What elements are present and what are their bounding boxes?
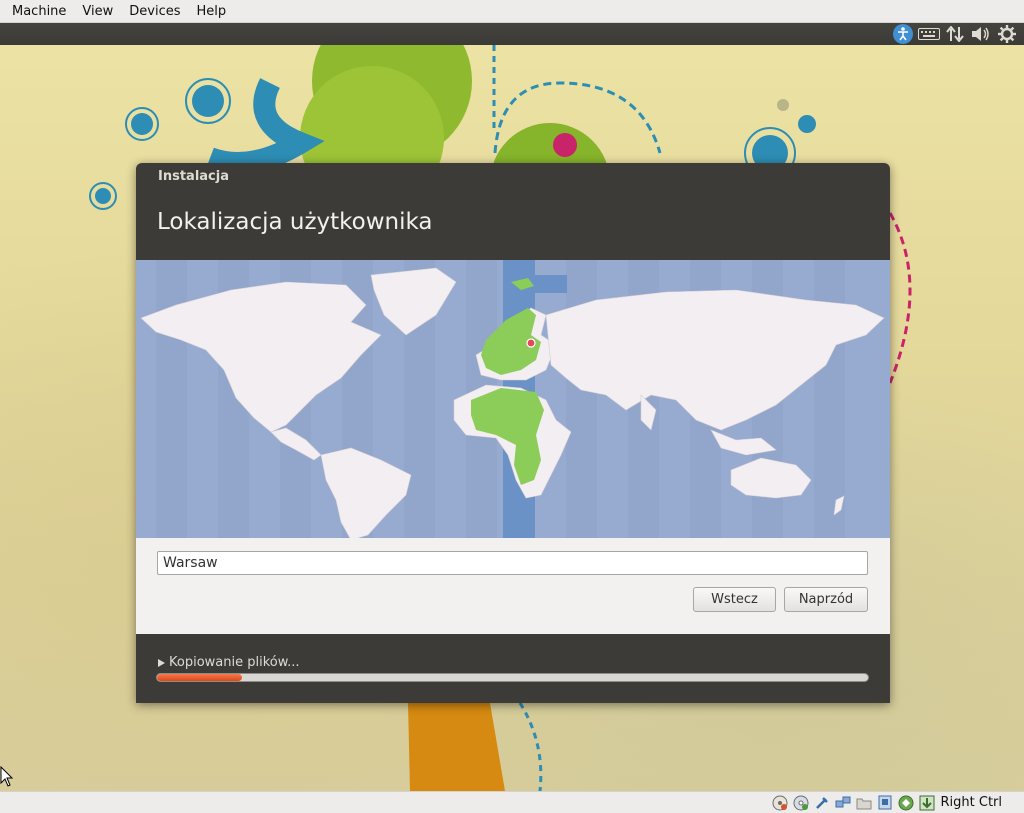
host-key-label: Right Ctrl [940, 795, 1003, 810]
progress-section: Kopiowanie plików... [136, 634, 890, 703]
usb-icon[interactable] [813, 795, 832, 811]
menu-devices[interactable]: Devices [121, 0, 188, 23]
network-icon[interactable] [942, 23, 968, 45]
host-status-bar: Right Ctrl [0, 791, 1024, 813]
host-menu-bar: Machine View Devices Help [0, 0, 1024, 23]
window-title: Instalacja [158, 169, 229, 184]
shared-folder-icon[interactable] [855, 795, 874, 811]
location-input[interactable] [157, 551, 868, 575]
world-map-image [140, 260, 885, 541]
menu-machine[interactable]: Machine [4, 0, 74, 23]
location-panel: Wstecz Naprzód [136, 538, 890, 634]
progress-bar [156, 673, 869, 682]
back-button[interactable]: Wstecz [693, 587, 776, 612]
progress-expander[interactable]: Kopiowanie plików... [158, 655, 300, 670]
network-adapter-icon[interactable] [834, 795, 853, 811]
top-panel [0, 23, 1024, 45]
optical-disk-icon[interactable] [792, 795, 811, 811]
mouse-integration-icon[interactable] [918, 795, 937, 811]
forward-button[interactable]: Naprzód [784, 587, 868, 612]
city-marker [526, 338, 536, 348]
hard-disk-icon[interactable] [771, 795, 790, 811]
guest-screen: Instalacja Lokalizacja użytkownika Warsa… [0, 23, 1024, 791]
accessibility-icon[interactable] [890, 23, 916, 45]
installer-window: Instalacja Lokalizacja użytkownika Warsa… [136, 163, 890, 703]
progress-bar-fill [157, 674, 243, 681]
timezone-map[interactable] [136, 260, 890, 541]
progress-status-text: Kopiowanie plików... [169, 655, 300, 670]
virtualization-icon[interactable] [897, 795, 916, 811]
keyboard-icon[interactable] [916, 23, 942, 45]
page-title: Lokalizacja użytkownika [157, 209, 433, 235]
mouse-pointer-icon [0, 766, 14, 787]
menu-view[interactable]: View [74, 0, 121, 23]
display-icon[interactable] [876, 795, 895, 811]
power-gear-icon[interactable] [994, 23, 1020, 45]
expander-arrow-icon [158, 658, 165, 667]
menu-help[interactable]: Help [189, 0, 235, 23]
volume-icon[interactable] [968, 23, 994, 45]
